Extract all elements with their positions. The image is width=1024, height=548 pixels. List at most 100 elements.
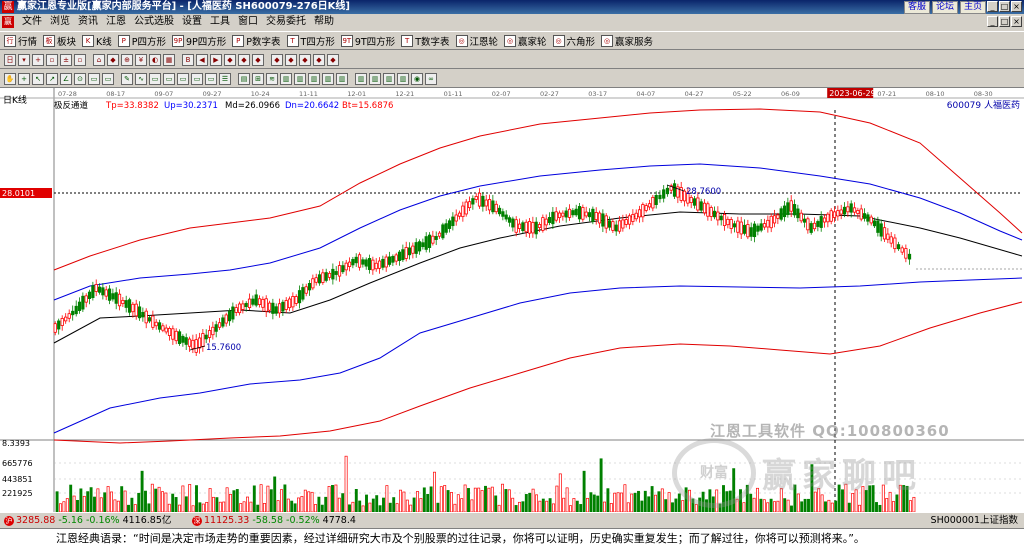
sz-index-group[interactable]: 深 11125.33 -58.58 -0.52% 4778.4 xyxy=(192,513,356,529)
period-tool-icon-3[interactable]: ▫ xyxy=(46,53,58,66)
draw-tool-icon-6[interactable]: ▭ xyxy=(88,72,100,85)
toolbar-button-4[interactable]: 9P 9P四方形 xyxy=(172,34,226,48)
draw-tool-icon-8[interactable]: ✎ xyxy=(121,72,133,85)
period-tool-icon-12[interactable]: B xyxy=(182,53,194,66)
draw-tool-icon-28[interactable]: ◉ xyxy=(411,72,423,85)
draw-tool-icon-21[interactable]: ▥ xyxy=(308,72,320,85)
toolbar-button-2[interactable]: K K线 xyxy=(82,34,112,48)
menu-item-1[interactable]: 浏览 xyxy=(46,14,74,30)
draw-tool-icon-24[interactable]: ▥ xyxy=(355,72,367,85)
period-tool-icon-2[interactable]: + xyxy=(32,53,44,66)
draw-tool-icon-13[interactable]: ▭ xyxy=(191,72,203,85)
draw-tool-icon-26[interactable]: ▥ xyxy=(383,72,395,85)
child-close-icon[interactable]: × xyxy=(1011,16,1022,27)
draw-tool-icon-0[interactable]: ✋ xyxy=(4,72,16,85)
period-tool-icon-21[interactable]: ◆ xyxy=(313,53,325,66)
draw-tool-icon-19[interactable]: ▥ xyxy=(280,72,292,85)
draw-tool-icon-14[interactable]: ▭ xyxy=(205,72,217,85)
period-tool-icon-11[interactable]: ▦ xyxy=(163,53,175,66)
candle-body xyxy=(879,223,883,237)
sh-index-group[interactable]: 沪 3285.88 -5.16 -0.16% 4116.85亿 xyxy=(4,513,171,529)
period-tool-icon-4[interactable]: ± xyxy=(60,53,72,66)
period-tool-icon-1[interactable]: ▾ xyxy=(18,53,30,66)
link-forum[interactable]: 论坛 xyxy=(931,1,958,14)
menu-app-icon[interactable]: 赢 xyxy=(2,16,14,28)
draw-tool-icon-17[interactable]: ⊞ xyxy=(252,72,264,85)
link-kefu[interactable]: 客服 xyxy=(903,1,930,14)
draw-tool-icon-27[interactable]: ▥ xyxy=(397,72,409,85)
menu-item-2[interactable]: 资讯 xyxy=(74,14,102,30)
draw-tool-icon-5[interactable]: ⊙ xyxy=(74,72,86,85)
period-tool-icon-5[interactable]: ▫ xyxy=(74,53,86,66)
volume-bar xyxy=(65,498,69,512)
menu-item-0[interactable]: 文件 xyxy=(18,14,46,30)
candle-body xyxy=(381,258,385,268)
candle-body xyxy=(87,291,92,299)
draw-tool-icon-3[interactable]: ↗ xyxy=(46,72,58,85)
period-tool-icon-19[interactable]: ◆ xyxy=(285,53,297,66)
menu-item-6[interactable]: 工具 xyxy=(206,14,234,30)
draw-tool-icon-18[interactable]: ≋ xyxy=(266,72,278,85)
period-tool-icon-14[interactable]: ▶ xyxy=(210,53,222,66)
link-home[interactable]: 主页 xyxy=(959,1,986,14)
period-tool-icon-15[interactable]: ◆ xyxy=(224,53,236,66)
toolbar-button-10[interactable]: ◎ 赢家轮 xyxy=(504,34,547,48)
minimize-icon[interactable]: _ xyxy=(987,1,998,12)
draw-tool-icon-20[interactable]: ▥ xyxy=(294,72,306,85)
candle-body xyxy=(904,248,908,259)
draw-tool-icon-23[interactable]: ▥ xyxy=(336,72,348,85)
draw-tool-icon-4[interactable]: ∠ xyxy=(60,72,72,85)
draw-tool-icon-1[interactable]: + xyxy=(18,72,30,85)
volume-bar xyxy=(358,500,362,512)
toolbar-button-6[interactable]: T T四方形 xyxy=(286,34,335,48)
menu-item-7[interactable]: 窗口 xyxy=(234,14,262,30)
status-right[interactable]: SH000001上证指数 xyxy=(931,513,1018,529)
period-tool-icon-10[interactable]: ◐ xyxy=(149,53,161,66)
period-tool-icon-8[interactable]: ⊕ xyxy=(121,53,133,66)
toolbar-button-12[interactable]: ◎ 赢家服务 xyxy=(601,34,653,48)
period-tool-icon-7[interactable]: ◆ xyxy=(107,53,119,66)
draw-tool-icon-16[interactable]: ▤ xyxy=(238,72,250,85)
menu-item-4[interactable]: 公式选股 xyxy=(130,14,178,30)
draw-tool-icon-25[interactable]: ▥ xyxy=(369,72,381,85)
toolbar-button-icon: P xyxy=(117,34,130,47)
toolbar-button-11[interactable]: ◎ 六角形 xyxy=(552,34,595,48)
draw-tool-icon-15[interactable]: ☰ xyxy=(219,72,231,85)
period-tool-icon-9[interactable]: ¥ xyxy=(135,53,147,66)
child-restore-icon[interactable]: □ xyxy=(999,16,1010,27)
draw-tool-icon-10[interactable]: ▭ xyxy=(149,72,161,85)
period-tool-icon-0[interactable]: 日 xyxy=(4,53,16,66)
toolbar-button-9[interactable]: ◎ 江恩轮 xyxy=(455,34,498,48)
draw-tool-icon-22[interactable]: ▥ xyxy=(322,72,334,85)
close-icon[interactable]: × xyxy=(1011,1,1022,12)
candle-body xyxy=(524,221,528,233)
menu-item-5[interactable]: 设置 xyxy=(178,14,206,30)
period-tool-icon-13[interactable]: ◀ xyxy=(196,53,208,66)
child-minimize-icon[interactable]: _ xyxy=(987,16,998,27)
period-tool-icon-17[interactable]: ◆ xyxy=(252,53,264,66)
toolbar-button-0[interactable]: 行行情 xyxy=(4,34,37,48)
toolbar-button-7[interactable]: 9T 9T四方形 xyxy=(340,34,395,48)
period-tool-icon-16[interactable]: ◆ xyxy=(238,53,250,66)
toolbar-button-3[interactable]: P P四方形 xyxy=(117,34,166,48)
draw-tool-icon-7[interactable]: ▭ xyxy=(102,72,114,85)
draw-tool-icon-2[interactable]: ↖ xyxy=(32,72,44,85)
period-tool-icon-6[interactable]: ⌂ xyxy=(93,53,105,66)
period-tool-icon-18[interactable]: ◆ xyxy=(271,53,283,66)
menu-item-8[interactable]: 交易委托 xyxy=(262,14,310,30)
period-tool-icon-20[interactable]: ◆ xyxy=(299,53,311,66)
maximize-icon[interactable]: □ xyxy=(999,1,1010,12)
draw-tool-icon-11[interactable]: ▭ xyxy=(163,72,175,85)
toolbar-button-5[interactable]: P P数字表 xyxy=(232,34,281,48)
toolbar-button-1[interactable]: 板板块 xyxy=(43,34,76,48)
draw-tool-icon-9[interactable]: ∿ xyxy=(135,72,147,85)
menu-item-3[interactable]: 江恩 xyxy=(102,14,130,30)
draw-tool-icon-29[interactable]: ∞ xyxy=(425,72,437,85)
draw-tool-icon-12[interactable]: ▭ xyxy=(177,72,189,85)
window-title: 赢家江恩专业版[赢家内部服务平台] - [人福医药 SH600079-276日K… xyxy=(17,1,350,12)
period-group: ◆ ◆ ◆ ◆ ◆ xyxy=(271,53,341,66)
candle-body xyxy=(297,290,302,304)
toolbar-button-8[interactable]: T T数字表 xyxy=(401,34,450,48)
menu-item-9[interactable]: 帮助 xyxy=(310,14,338,30)
period-tool-icon-22[interactable]: ◆ xyxy=(327,53,339,66)
